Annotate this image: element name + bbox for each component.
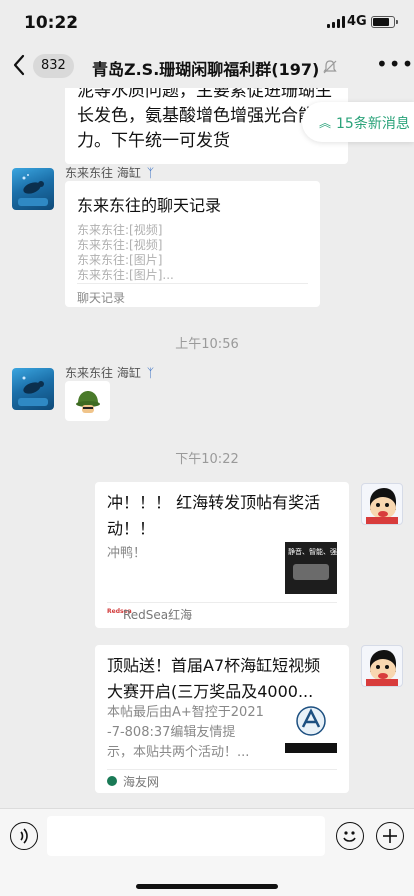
more-options-button[interactable]: ••• — [376, 54, 414, 74]
cartoon-avatar-image — [366, 650, 398, 686]
message-text-line: 长发色，氨基酸增色增强光合能 — [77, 106, 315, 126]
divider — [107, 769, 337, 770]
battery-icon — [371, 16, 398, 28]
home-indicator — [136, 884, 278, 889]
mute-bell-icon — [323, 60, 337, 74]
time-stamp: 上午10:56 — [175, 337, 239, 352]
chat-messages[interactable]: 泥等水质问题，主要累促进珊瑚生 长发色，氨基酸增色增强光合能 力。下午统一可发货… — [0, 88, 414, 808]
network-label: 4G — [347, 14, 367, 29]
message-text-line: 力。下午统一可发货 — [77, 131, 230, 151]
double-chevron-up-icon: ︽ — [319, 116, 332, 130]
voice-wave-icon — [20, 828, 28, 844]
pump-product-image — [293, 564, 329, 580]
diver-badge-icon: ᛉ — [146, 366, 155, 380]
plus-icon — [383, 829, 397, 843]
a7-logo-image — [285, 706, 337, 753]
new-messages-label: 15条新消息 — [336, 116, 410, 132]
link-description-line: 示，本贴共两个活动！... — [107, 745, 250, 760]
status-bar: 10:22 ➚ 4G — [0, 0, 414, 46]
new-messages-button[interactable]: ︽ 15条新消息 — [302, 102, 414, 142]
divider — [107, 602, 337, 603]
input-bar — [0, 808, 414, 896]
link-title: 冲！！！ 红海转发顶帖有奖活动！！ — [107, 493, 321, 538]
chat-header: 832 青岛Z.S.珊瑚闲聊福利群(197) ••• — [0, 46, 414, 88]
link-title: 顶贴送！首届A7杯海缸短视频大赛开启(三万奖品及4000... — [107, 656, 321, 701]
signal-icon — [327, 16, 345, 28]
link-thumbnail: 静音、智能、强劲 — [285, 542, 344, 594]
avatar[interactable] — [12, 368, 54, 410]
chat-record-footer: 聊天记录 — [77, 291, 126, 305]
sender-name: 东来东往 海缸 ᛉ — [65, 366, 155, 380]
diver-avatar-image — [18, 174, 48, 206]
time-stamp: 下午10:22 — [175, 452, 239, 467]
link-card[interactable]: 冲！！！ 红海转发顶帖有奖活动！！ 冲鸭！ 静音、智能、强劲 Redsea Re… — [95, 482, 349, 628]
link-source: RedSea红海 — [123, 608, 193, 622]
avatar[interactable] — [361, 645, 403, 687]
link-description-line: 本帖最后由A+智控于2021 — [107, 705, 264, 720]
message-input[interactable] — [47, 816, 325, 856]
diver-avatar-image — [18, 376, 48, 406]
link-card[interactable]: 顶贴送！首届A7杯海缸短视频大赛开启(三万奖品及4000... 本帖最后由A+智… — [95, 645, 349, 793]
chat-record-line: 东来东往:[图片]... — [77, 268, 174, 282]
chevron-left-icon — [13, 54, 25, 76]
chat-record-title: 东来东往的聊天记录 — [77, 196, 222, 215]
unread-count-badge[interactable]: 832 — [33, 54, 74, 78]
avatar[interactable] — [12, 168, 54, 210]
link-description-line: -7-808:37编辑友情提 — [107, 725, 236, 740]
emoji-button[interactable] — [336, 822, 364, 850]
voice-button[interactable] — [10, 822, 38, 850]
chat-title: 青岛Z.S.珊瑚闲聊福利群(197) — [92, 60, 320, 79]
link-description: 冲鸭！ — [107, 546, 147, 561]
cartoon-avatar-image — [366, 488, 398, 524]
divider — [77, 283, 308, 284]
location-arrow-icon: ➚ — [68, 13, 79, 27]
haiyou-logo-icon — [107, 776, 117, 786]
smiley-icon — [343, 831, 356, 842]
avatar[interactable] — [361, 483, 403, 525]
thumbnail-caption: 静音、智能、强劲 — [288, 548, 344, 556]
diver-badge-icon: ᛉ — [146, 166, 155, 180]
chat-record-card[interactable]: 东来东往的聊天记录 东来东往:[视频] 东来东往:[视频] 东来东往:[图片] … — [65, 181, 320, 307]
message-text-line: 泥等水质问题，主要累促进珊瑚生 — [77, 88, 332, 101]
message-bubble[interactable] — [65, 381, 110, 421]
helmet-emoji-icon — [76, 391, 100, 413]
sender-name: 东来东往 海缸 ᛉ — [65, 166, 155, 180]
link-source: 海友网 — [123, 775, 160, 789]
more-functions-button[interactable] — [376, 822, 404, 850]
link-thumbnail — [285, 701, 337, 753]
